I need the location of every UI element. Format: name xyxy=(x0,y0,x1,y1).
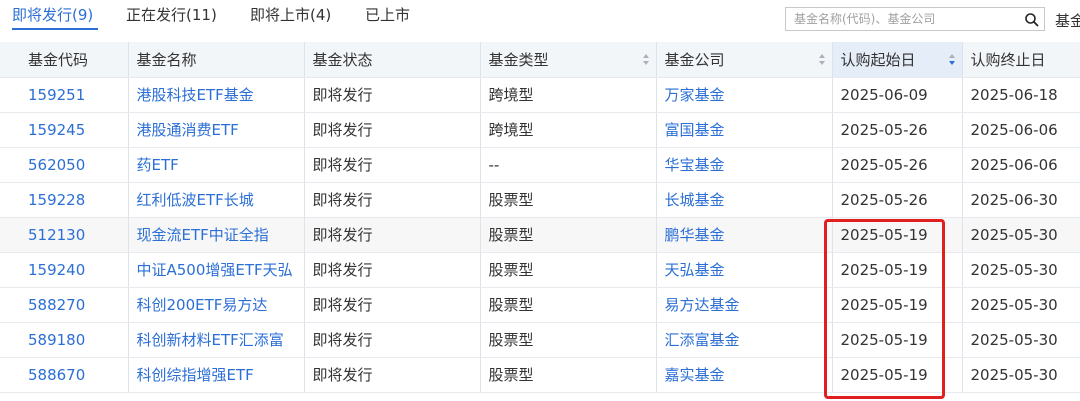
subscription-end-date: 2025-05-30 xyxy=(962,322,1080,358)
column-header-end-date[interactable]: 认购终止日 xyxy=(962,42,1080,78)
fund-name-link[interactable]: 港股通消费ETF xyxy=(128,112,305,148)
fund-type: 股票型 xyxy=(480,357,657,393)
fund-code-link[interactable]: 159240 xyxy=(0,252,129,288)
fund-code-link[interactable]: 588670 xyxy=(0,357,129,393)
fund-name-link[interactable]: 药ETF xyxy=(128,147,305,183)
table-row[interactable]: 562050 药ETF 即将发行 -- 华宝基金 2025-05-26 2025… xyxy=(0,147,1080,183)
search-box xyxy=(785,7,1045,31)
fund-company-link[interactable]: 长城基金 xyxy=(656,182,833,218)
fund-code-link[interactable]: 562050 xyxy=(0,147,129,183)
column-header-status[interactable]: 基金状态 xyxy=(304,42,481,78)
subscription-start-date: 2025-05-19 xyxy=(832,217,963,253)
tab-listing-soon[interactable]: 即将上市(4) xyxy=(250,4,331,25)
subscription-start-date: 2025-05-26 xyxy=(832,147,963,183)
fund-status: 即将发行 xyxy=(304,357,481,393)
subscription-end-date: 2025-06-06 xyxy=(962,112,1080,148)
fund-code-link[interactable]: 159228 xyxy=(0,182,129,218)
fund-company-link[interactable]: 易方达基金 xyxy=(656,287,833,323)
tab-upcoming[interactable]: 即将发行(9) xyxy=(12,4,93,25)
fund-name-link[interactable]: 港股科技ETF基金 xyxy=(128,77,305,113)
column-header-start-date[interactable]: 认购起始日 xyxy=(832,42,963,78)
fund-status: 即将发行 xyxy=(304,252,481,288)
column-header-name[interactable]: 基金名称 xyxy=(128,42,305,78)
fund-type: 跨境型 xyxy=(480,77,657,113)
fund-company-link[interactable]: 汇添富基金 xyxy=(656,322,833,358)
table-row[interactable]: 588270 科创200ETF易方达 即将发行 股票型 易方达基金 2025-0… xyxy=(0,287,1080,323)
subscription-start-date: 2025-05-19 xyxy=(832,252,963,288)
fund-company-link[interactable]: 天弘基金 xyxy=(656,252,833,288)
fund-company-link[interactable]: 嘉实基金 xyxy=(656,357,833,393)
tab-listed[interactable]: 已上市 xyxy=(365,4,410,25)
fund-type: -- xyxy=(480,147,657,183)
column-header-code[interactable]: 基金代码 xyxy=(0,42,129,78)
fund-code-link[interactable]: 512130 xyxy=(0,217,129,253)
fund-name-link[interactable]: 科创200ETF易方达 xyxy=(128,287,305,323)
subscription-start-date: 2025-05-26 xyxy=(832,112,963,148)
fund-name-link[interactable]: 科创新材料ETF汇添富 xyxy=(128,322,305,358)
fund-name-link[interactable]: 现金流ETF中证全指 xyxy=(128,217,305,253)
subscription-end-date: 2025-06-30 xyxy=(962,182,1080,218)
table-header-row: 基金代码 基金名称 基金状态 基金类型 基金公司 认购起始日 认购终止日 xyxy=(0,42,1080,78)
subscription-start-date: 2025-06-09 xyxy=(832,77,963,113)
table-row[interactable]: 512130 现金流ETF中证全指 即将发行 股票型 鹏华基金 2025-05-… xyxy=(0,217,1080,253)
fund-type: 股票型 xyxy=(480,322,657,358)
subscription-end-date: 2025-05-30 xyxy=(962,252,1080,288)
table-row[interactable]: 589180 科创新材料ETF汇添富 即将发行 股票型 汇添富基金 2025-0… xyxy=(0,322,1080,358)
fund-type: 股票型 xyxy=(480,252,657,288)
table-row[interactable]: 159228 红利低波ETF长城 即将发行 股票型 长城基金 2025-05-2… xyxy=(0,182,1080,218)
fund-code-link[interactable]: 588270 xyxy=(0,287,129,323)
fund-type: 股票型 xyxy=(480,217,657,253)
fund-type: 股票型 xyxy=(480,287,657,323)
header-extra-label: 基金 xyxy=(1055,12,1080,30)
fund-status: 即将发行 xyxy=(304,77,481,113)
fund-code-link[interactable]: 159245 xyxy=(0,112,129,148)
column-header-company-label: 基金公司 xyxy=(664,50,725,69)
table-row[interactable]: 159240 中证A500增强ETF天弘 即将发行 股票型 天弘基金 2025-… xyxy=(0,252,1080,288)
fund-type: 股票型 xyxy=(480,182,657,218)
subscription-start-date: 2025-05-19 xyxy=(832,322,963,358)
subscription-end-date: 2025-05-30 xyxy=(962,217,1080,253)
fund-table: 基金代码 基金名称 基金状态 基金类型 基金公司 认购起始日 认购终止日 159… xyxy=(0,42,1080,393)
search-input[interactable] xyxy=(786,8,1016,30)
table-row[interactable]: 588670 科创综指增强ETF 即将发行 股票型 嘉实基金 2025-05-1… xyxy=(0,357,1080,393)
active-tab-indicator xyxy=(12,28,98,30)
fund-status: 即将发行 xyxy=(304,147,481,183)
fund-company-link[interactable]: 华宝基金 xyxy=(656,147,833,183)
fund-company-link[interactable]: 鹏华基金 xyxy=(656,217,833,253)
fund-code-link[interactable]: 159251 xyxy=(0,77,129,113)
column-header-type[interactable]: 基金类型 xyxy=(480,42,657,78)
fund-status: 即将发行 xyxy=(304,112,481,148)
fund-name-link[interactable]: 红利低波ETF长城 xyxy=(128,182,305,218)
sort-icon[interactable] xyxy=(818,53,826,66)
subscription-start-date: 2025-05-19 xyxy=(832,357,963,393)
subscription-start-date: 2025-05-19 xyxy=(832,287,963,323)
column-header-type-label: 基金类型 xyxy=(488,50,549,69)
fund-type: 跨境型 xyxy=(480,112,657,148)
table-row[interactable]: 159245 港股通消费ETF 即将发行 跨境型 富国基金 2025-05-26… xyxy=(0,112,1080,148)
table-row[interactable]: 159251 港股科技ETF基金 即将发行 跨境型 万家基金 2025-06-0… xyxy=(0,77,1080,113)
sort-desc-icon[interactable] xyxy=(948,53,956,66)
sort-icon[interactable] xyxy=(642,53,650,66)
tab-bar: 即将发行(9) 正在发行(11) 即将上市(4) 已上市 基金 xyxy=(0,0,1080,42)
fund-status: 即将发行 xyxy=(304,287,481,323)
column-header-start-date-label: 认购起始日 xyxy=(840,50,916,69)
subscription-start-date: 2025-05-26 xyxy=(832,182,963,218)
column-header-company[interactable]: 基金公司 xyxy=(656,42,833,78)
fund-company-link[interactable]: 富国基金 xyxy=(656,112,833,148)
fund-status: 即将发行 xyxy=(304,182,481,218)
tab-issuing[interactable]: 正在发行(11) xyxy=(126,4,217,25)
subscription-end-date: 2025-06-18 xyxy=(962,77,1080,113)
fund-status: 即将发行 xyxy=(304,322,481,358)
fund-name-link[interactable]: 科创综指增强ETF xyxy=(128,357,305,393)
subscription-end-date: 2025-05-30 xyxy=(962,287,1080,323)
subscription-end-date: 2025-05-30 xyxy=(962,357,1080,393)
fund-name-link[interactable]: 中证A500增强ETF天弘 xyxy=(128,252,305,288)
subscription-end-date: 2025-06-06 xyxy=(962,147,1080,183)
fund-code-link[interactable]: 589180 xyxy=(0,322,129,358)
fund-company-link[interactable]: 万家基金 xyxy=(656,77,833,113)
search-icon[interactable] xyxy=(1024,12,1040,28)
fund-status: 即将发行 xyxy=(304,217,481,253)
